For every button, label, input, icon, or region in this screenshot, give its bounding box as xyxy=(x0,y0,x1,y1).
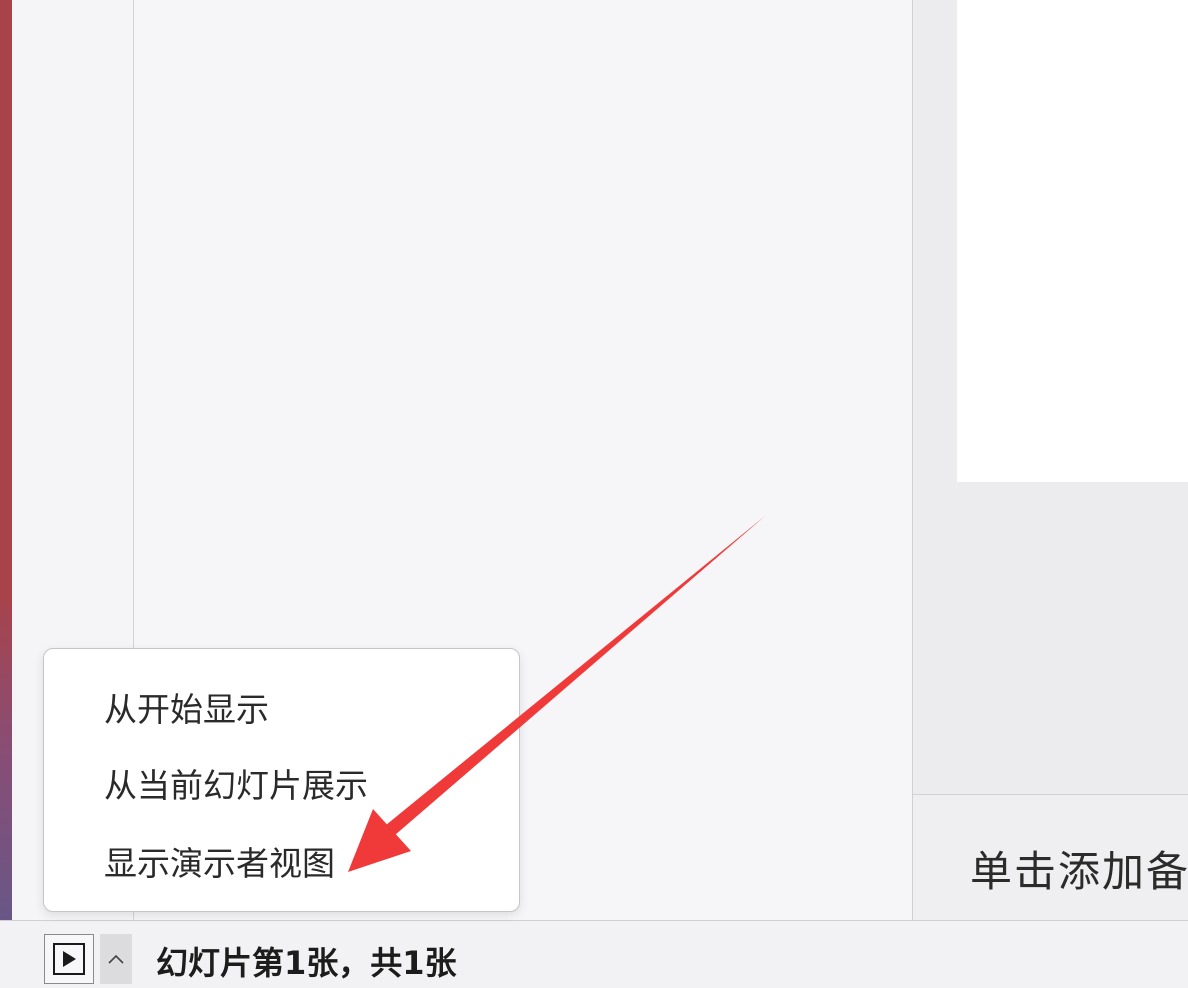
menu-item-presenter-view[interactable]: 显示演示者视图 xyxy=(104,837,335,885)
menu-item-start-from-beginning[interactable]: 从开始显示 xyxy=(104,683,269,731)
left-accent-stripe xyxy=(0,0,12,988)
slideshow-play-button[interactable] xyxy=(44,934,94,984)
notes-placeholder[interactable]: 单击添加备 xyxy=(970,838,1188,899)
slideshow-menu: 从开始显示 从当前幻灯片展示 显示演示者视图 xyxy=(43,648,520,912)
slide-preview-pane: 单击添加备 xyxy=(913,0,1188,921)
presentation-window: 单击添加备 幻灯片第1张，共1张 从开始显示 从当前幻灯片展示 显示演示者视图 xyxy=(0,0,1188,988)
menu-item-start-from-current-slide[interactable]: 从当前幻灯片展示 xyxy=(104,759,368,807)
play-icon xyxy=(53,943,85,975)
slideshow-options-button[interactable] xyxy=(100,934,132,984)
chevron-up-icon xyxy=(108,954,124,964)
slide-counter: 幻灯片第1张，共1张 xyxy=(156,944,457,982)
slide-canvas[interactable] xyxy=(957,0,1188,482)
